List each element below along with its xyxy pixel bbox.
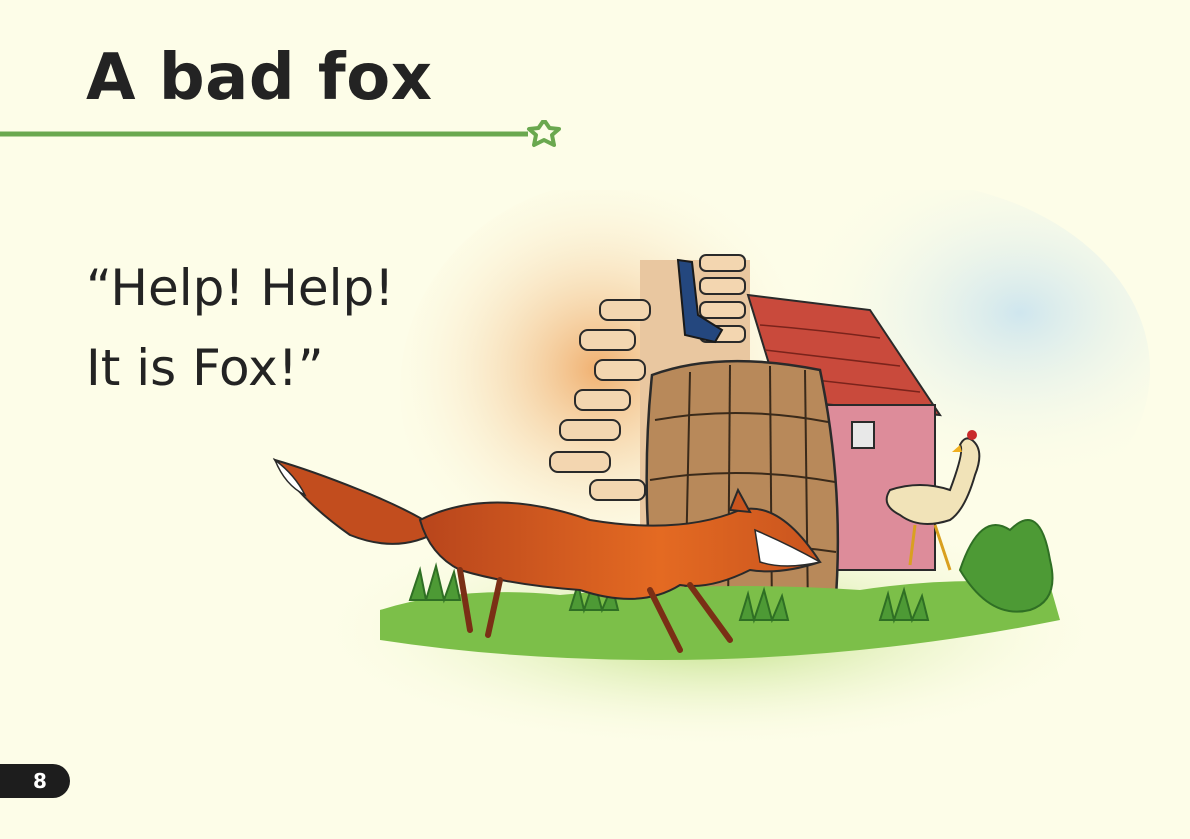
storybook-page: A bad fox “Help! Help! It is Fox!” 8	[0, 0, 1190, 839]
page-title: A bad fox	[86, 41, 433, 115]
star-icon	[527, 120, 561, 147]
fox-tail	[272, 458, 442, 545]
title-underline	[0, 120, 561, 147]
page-number-tab: 8	[0, 764, 70, 798]
fox-chasing-hen-illustration	[272, 190, 1150, 750]
page-number: 8	[33, 769, 47, 793]
